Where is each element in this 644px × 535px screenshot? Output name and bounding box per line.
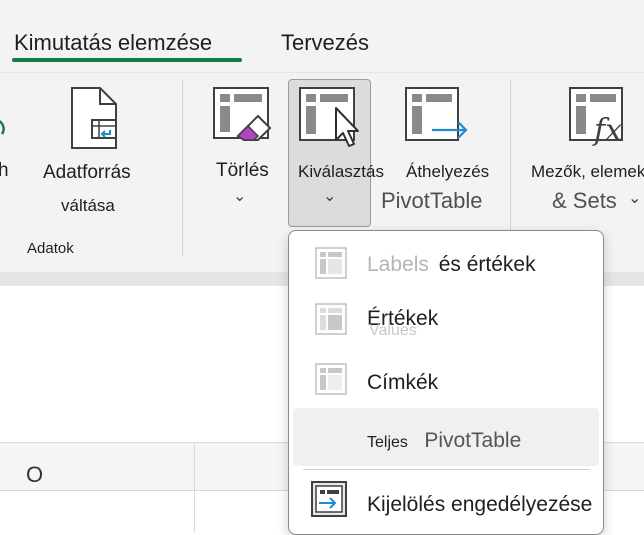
menu-item-labels[interactable]: Címkék bbox=[367, 371, 438, 395]
group-separator bbox=[182, 80, 183, 256]
refresh-icon-partial[interactable] bbox=[0, 116, 8, 140]
svg-text:fx: fx bbox=[592, 113, 622, 148]
select-icon bbox=[298, 86, 366, 150]
fields-items-sets-label-line2[interactable]: & Sets bbox=[552, 188, 617, 214]
enable-selection-icon bbox=[311, 481, 347, 517]
values-icon bbox=[315, 303, 347, 335]
move-pivottable-icon[interactable] bbox=[404, 86, 470, 148]
move-pivottable-label-line2[interactable]: PivotTable bbox=[381, 188, 483, 214]
labels-and-values-label: és értékek bbox=[438, 253, 536, 276]
column-divider bbox=[194, 443, 195, 532]
tabs-divider bbox=[0, 72, 644, 73]
tab-design[interactable]: Tervezés bbox=[281, 30, 369, 56]
move-pivottable-label-line1[interactable]: Áthelyezés bbox=[406, 162, 489, 182]
entire-prefix-label: Teljes bbox=[367, 434, 408, 451]
labels-ghost-text: Labels bbox=[367, 253, 429, 276]
change-data-source-icon[interactable] bbox=[66, 86, 130, 150]
menu-item-enable-selection[interactable]: Kijelölés engedélyezése bbox=[367, 493, 592, 517]
clear-chevron-down-icon[interactable]: ⌄ bbox=[233, 186, 246, 206]
menu-item-labels-and-values[interactable]: Labels és értékek bbox=[367, 253, 536, 277]
column-header-o[interactable]: O bbox=[26, 462, 43, 488]
menu-item-entire-pivottable[interactable]: Teljes PivotTable bbox=[367, 429, 521, 453]
change-data-source-label-line2[interactable]: váltása bbox=[61, 196, 115, 216]
labels-icon bbox=[315, 363, 347, 395]
change-data-source-label-line1[interactable]: Adatforrás bbox=[43, 162, 131, 184]
select-label: Kiválasztás bbox=[298, 162, 384, 181]
fields-chevron-down-icon[interactable]: ⌄ bbox=[628, 188, 641, 208]
select-chevron-down-icon: ⌄ bbox=[323, 188, 337, 205]
clear-icon[interactable] bbox=[212, 86, 274, 148]
clear-label[interactable]: Törlés bbox=[216, 160, 269, 182]
entire-pivottable-label: PivotTable bbox=[424, 429, 522, 452]
fields-items-sets-icon[interactable]: fx bbox=[568, 86, 630, 148]
tab-pivottable-analyze[interactable]: Kimutatás elemzése bbox=[14, 30, 212, 56]
menu-separator bbox=[303, 469, 589, 470]
values-ghost-text: Values bbox=[369, 322, 417, 339]
active-tab-underline bbox=[12, 58, 242, 62]
labels-and-values-icon bbox=[315, 247, 347, 279]
refresh-label-partial[interactable]: h bbox=[0, 160, 9, 182]
select-dropdown-menu: Labels és értékek Értékek Values Címkék … bbox=[288, 230, 604, 535]
fields-items-sets-label-line1[interactable]: Mezők, elemek bbox=[531, 162, 644, 182]
group-label-data: Adatok bbox=[27, 240, 74, 257]
